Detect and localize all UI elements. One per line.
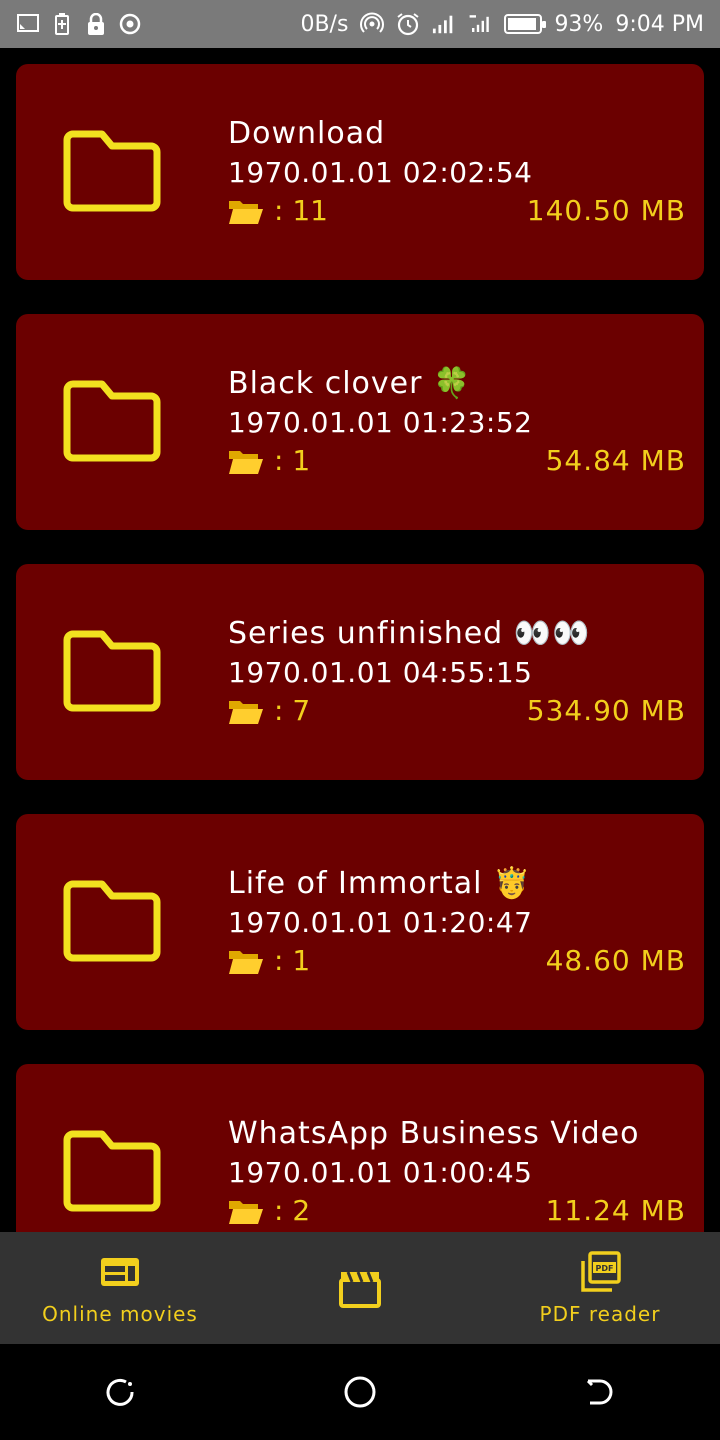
folder-card[interactable]: Black clover 🍀 1970.01.01 01:23:52 : 1 5… — [16, 314, 704, 530]
folder-name: Series unfinished 👀👀 — [228, 616, 591, 651]
clapperboard-icon — [339, 1271, 381, 1308]
online-movies-icon — [101, 1258, 139, 1286]
nav-pdf-reader-label: PDF reader — [539, 1302, 661, 1326]
folder-name: Black clover 🍀 — [228, 366, 472, 401]
folder-count: : 7 — [228, 694, 310, 727]
folder-icon — [63, 880, 161, 962]
pdf-icon: PDF — [581, 1251, 621, 1292]
hotspot-icon — [360, 12, 385, 36]
folder-date: 1970.01.01 02:02:54 — [228, 156, 533, 189]
file-count: : 1 — [274, 444, 311, 477]
folder-count: : 1 — [228, 944, 310, 977]
alarm-icon — [396, 12, 420, 36]
signal-icon — [432, 12, 456, 36]
folder-size: 54.84 MB — [545, 444, 686, 477]
folder-icon — [63, 1130, 161, 1212]
back-button[interactable] — [576, 1368, 624, 1416]
battery-level — [508, 18, 537, 30]
battery-saver-icon — [50, 12, 74, 36]
status-bar: 0B/s 93% 9:04 PM — [0, 0, 720, 48]
lock-icon — [84, 12, 108, 36]
open-folder-icon — [229, 1200, 263, 1224]
folder-count: : 11 — [228, 194, 328, 227]
file-count: : 2 — [274, 1194, 311, 1227]
folder-count: : 1 — [228, 444, 310, 477]
nav-online-movies[interactable]: Online movies — [0, 1232, 240, 1344]
nav-pdf-reader[interactable]: PDF PDF reader — [480, 1232, 720, 1344]
folder-size: 48.60 MB — [545, 944, 686, 977]
cast-icon — [16, 12, 40, 36]
open-folder-icon — [229, 200, 263, 224]
folder-size: 140.50 MB — [526, 194, 686, 227]
folder-name: Download — [228, 116, 386, 151]
record-icon — [118, 12, 142, 36]
home-icon — [344, 1376, 376, 1408]
folder-date: 1970.01.01 01:23:52 — [228, 406, 533, 439]
nav-online-movies-label: Online movies — [42, 1302, 198, 1326]
file-count: : 11 — [274, 194, 328, 227]
system-nav-bar — [0, 1344, 720, 1440]
folder-card[interactable]: Life of Immortal 🤴 1970.01.01 01:20:47 :… — [16, 814, 704, 1030]
recent-apps-icon — [106, 1378, 134, 1406]
folder-icon — [63, 380, 161, 462]
home-button[interactable] — [336, 1368, 384, 1416]
folder-card[interactable]: Series unfinished 👀👀 1970.01.01 04:55:15… — [16, 564, 704, 780]
folder-date: 1970.01.01 04:55:15 — [228, 656, 533, 689]
open-folder-icon — [229, 450, 263, 474]
folder-name: WhatsApp Business Video — [228, 1116, 640, 1151]
folder-date: 1970.01.01 01:20:47 — [228, 906, 533, 939]
network-speed: 0B/s — [300, 11, 349, 37]
file-count: : 1 — [274, 944, 311, 977]
svg-text:PDF: PDF — [596, 1264, 614, 1273]
folder-size: 11.24 MB — [545, 1194, 686, 1227]
bottom-nav: Online movies PDF PDF reader — [0, 1232, 720, 1344]
open-folder-icon — [229, 700, 263, 724]
folder-card[interactable]: WhatsApp Business Video 1970.01.01 01:00… — [16, 1064, 704, 1232]
folder-card[interactable]: Download 1970.01.01 02:02:54 : 11 140.50… — [16, 64, 704, 280]
battery-icon — [504, 14, 547, 34]
folder-name: Life of Immortal 🤴 — [228, 866, 532, 901]
folder-icon — [63, 630, 161, 712]
open-folder-icon — [229, 950, 263, 974]
folder-icon — [63, 130, 161, 212]
folder-date: 1970.01.01 01:00:45 — [228, 1156, 533, 1189]
nav-movies[interactable] — [240, 1232, 480, 1344]
signal-4g-icon — [468, 12, 492, 36]
back-icon — [586, 1379, 613, 1405]
clock: 9:04 PM — [615, 11, 704, 37]
folder-list[interactable]: Download 1970.01.01 02:02:54 : 11 140.50… — [0, 48, 720, 1232]
file-count: : 7 — [274, 694, 311, 727]
recent-apps-button[interactable] — [96, 1368, 144, 1416]
folder-count: : 2 — [228, 1194, 310, 1227]
folder-size: 534.90 MB — [526, 694, 686, 727]
battery-percent: 93% — [554, 11, 604, 37]
